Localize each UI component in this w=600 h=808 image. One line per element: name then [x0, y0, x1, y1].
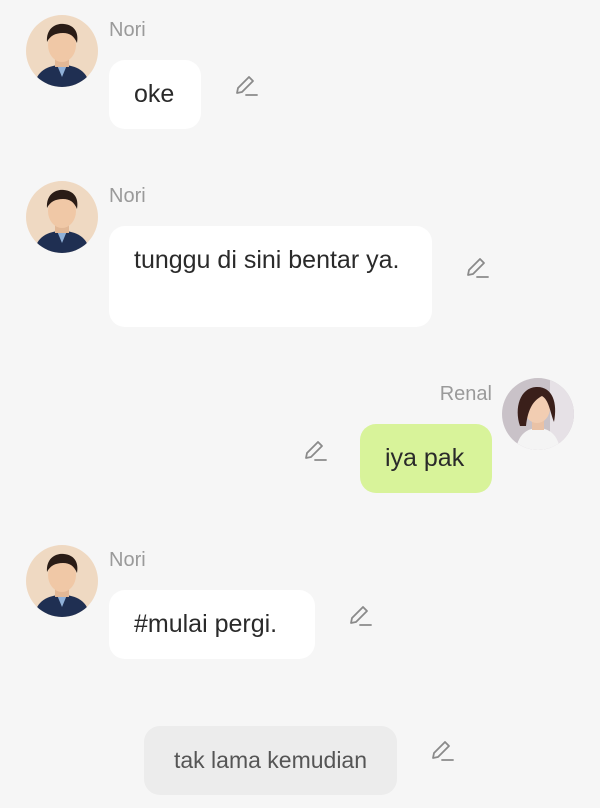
message-bubble[interactable]: oke	[109, 60, 201, 129]
edit-pencil-icon[interactable]	[464, 255, 490, 281]
nori-avatar-icon	[26, 181, 98, 253]
narration-bubble[interactable]: tak lama kemudian	[144, 726, 397, 795]
nori-avatar[interactable]	[26, 15, 98, 87]
sender-name: Nori	[109, 549, 146, 571]
message-bubble[interactable]: tunggu di sini bentar ya.	[109, 226, 432, 327]
message-bubble[interactable]: #mulai pergi.	[109, 590, 315, 659]
renal-avatar[interactable]	[502, 378, 574, 450]
edit-pencil-icon[interactable]	[347, 603, 373, 629]
edit-pencil-icon[interactable]	[233, 73, 259, 99]
nori-avatar[interactable]	[26, 545, 98, 617]
nori-avatar[interactable]	[26, 181, 98, 253]
sender-name: Nori	[109, 19, 146, 41]
sender-name: Nori	[109, 185, 146, 207]
renal-avatar-icon	[502, 378, 574, 450]
edit-pencil-icon[interactable]	[429, 738, 455, 764]
nori-avatar-icon	[26, 15, 98, 87]
sender-name: Renal	[439, 383, 492, 405]
message-bubble[interactable]: iya pak	[360, 424, 492, 493]
edit-pencil-icon[interactable]	[302, 438, 328, 464]
nori-avatar-icon	[26, 545, 98, 617]
